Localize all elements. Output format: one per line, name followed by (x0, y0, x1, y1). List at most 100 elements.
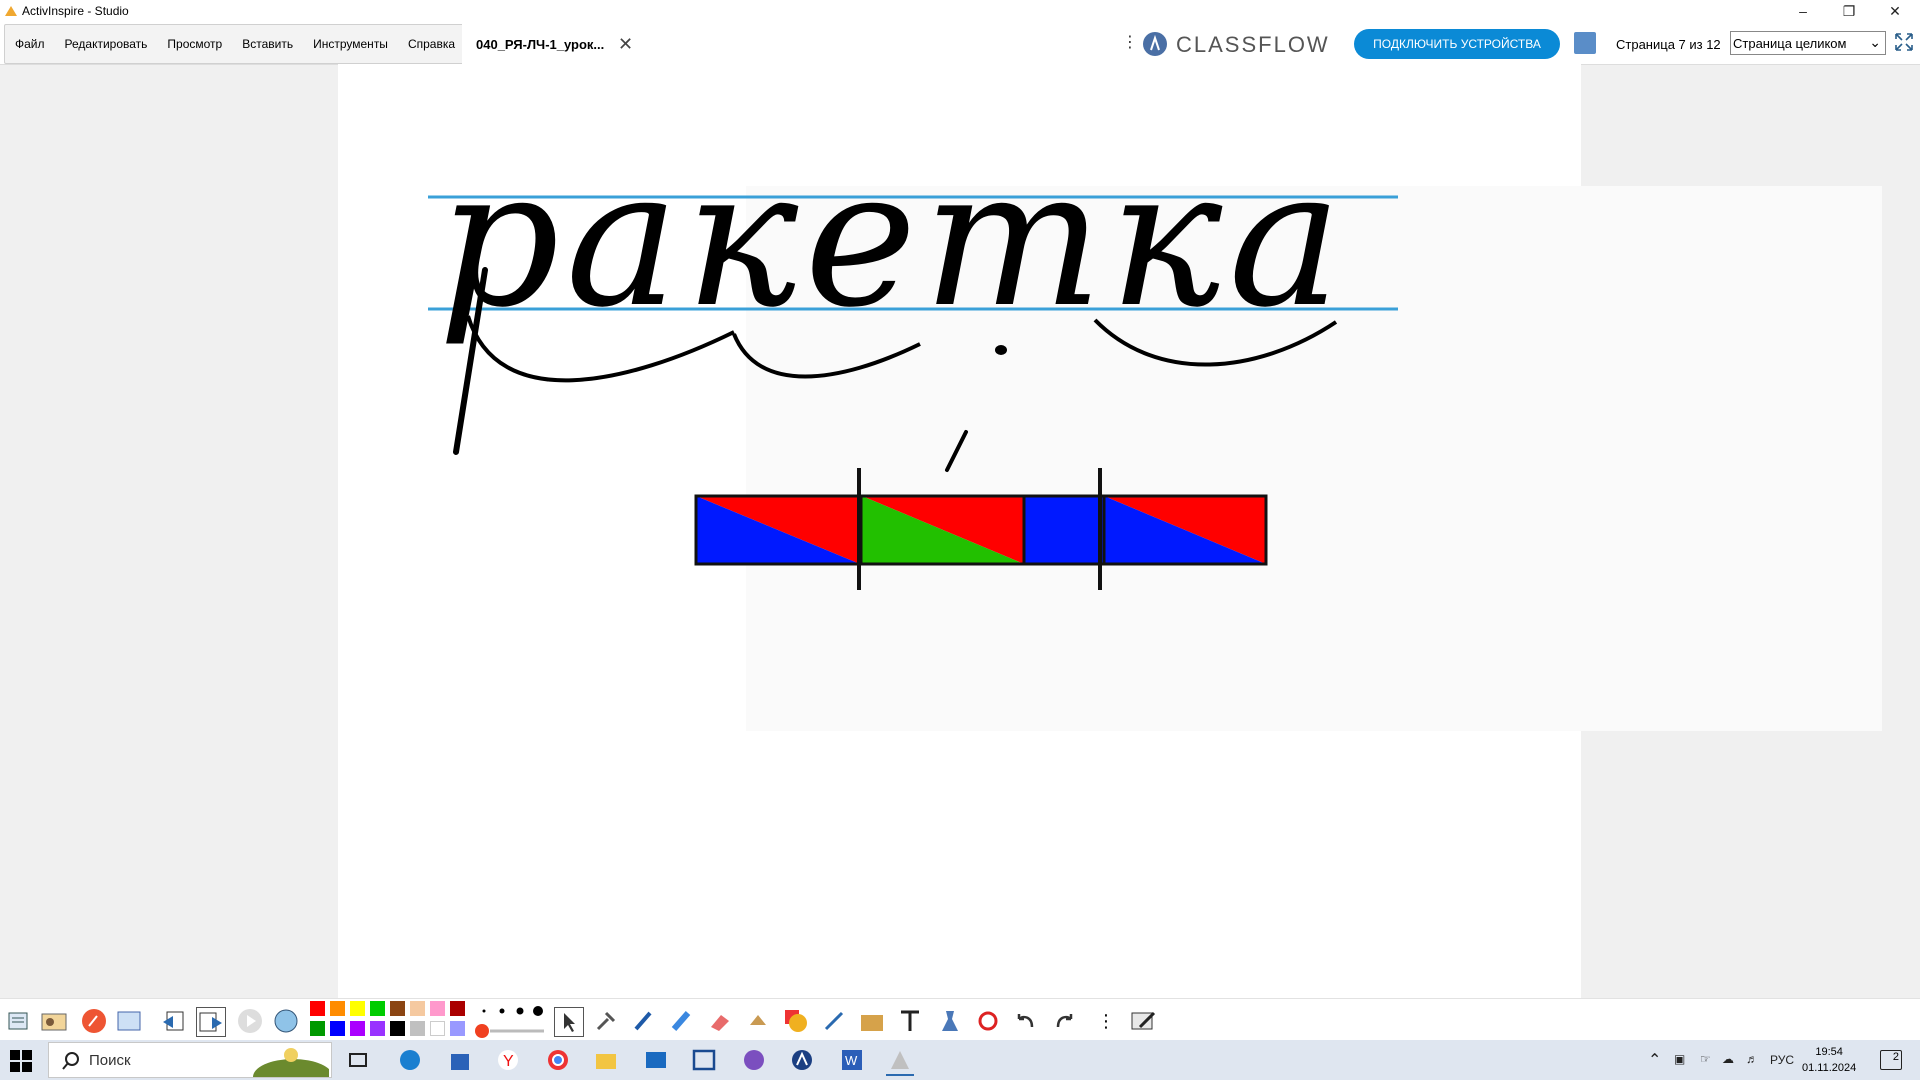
search-icon (62, 1052, 79, 1070)
pen-mode-icon[interactable] (80, 1007, 108, 1035)
main-toolbox: ⋮ (0, 998, 1920, 1041)
next-page-icon[interactable] (196, 1007, 226, 1037)
zoom-select-value: Страница целиком (1733, 35, 1847, 51)
task-view-icon[interactable] (344, 1046, 372, 1074)
flipchart-page[interactable]: ракетка (338, 64, 1882, 998)
select-arrow-icon[interactable] (554, 1007, 584, 1037)
color-swatch[interactable] (390, 1021, 405, 1036)
input-language[interactable]: РУС (1770, 1053, 1794, 1067)
menu-view[interactable]: Просмотр (157, 37, 232, 51)
menu-bar: Файл Редактировать Просмотр Вставить Инс… (4, 24, 467, 64)
color-swatch[interactable] (310, 1021, 325, 1036)
color-swatch[interactable] (410, 1021, 425, 1036)
clear-icon[interactable] (936, 1007, 964, 1035)
file-explorer-icon[interactable] (592, 1046, 620, 1074)
calendar-app-icon[interactable] (690, 1046, 718, 1074)
pen-icon[interactable] (630, 1007, 658, 1035)
redo-icon[interactable] (1050, 1007, 1078, 1035)
browser-icon[interactable] (40, 1007, 68, 1035)
color-swatch[interactable] (430, 1021, 445, 1036)
color-swatch[interactable] (330, 1021, 345, 1036)
canvas-drawing: ракетка (428, 128, 1398, 590)
classflow-icon[interactable] (1142, 31, 1168, 57)
chevron-down-icon: ⌄ (1869, 34, 1881, 50)
color-swatch[interactable] (370, 1001, 385, 1016)
fullscreen-icon[interactable] (1894, 32, 1914, 52)
tools-icon[interactable] (592, 1007, 620, 1035)
settings-icon[interactable] (1574, 32, 1596, 54)
color-swatch[interactable] (450, 1001, 465, 1016)
activinspire-taskbar-icon[interactable] (886, 1046, 914, 1076)
yandex-browser-icon[interactable]: Y (494, 1046, 522, 1074)
color-swatch[interactable] (390, 1001, 405, 1016)
edge-icon[interactable] (396, 1046, 424, 1074)
play-icon[interactable] (236, 1007, 264, 1035)
menu-help[interactable]: Справка (398, 37, 465, 51)
menu-edit[interactable]: Редактировать (55, 37, 158, 51)
clock-time: 19:54 (1815, 1046, 1843, 1058)
windows-taskbar: Поиск Y W ⌃ ▣ ☞ ☁ ♬ РУС 19:54 01.11.2024… (0, 1040, 1920, 1080)
mail-icon[interactable] (642, 1046, 670, 1074)
dashboard-icon[interactable] (116, 1007, 144, 1035)
clock-date: 01.11.2024 (1802, 1062, 1857, 1074)
reset-page-icon[interactable] (974, 1007, 1002, 1035)
landscape-icon (253, 1048, 329, 1077)
device-icon[interactable]: ▣ (1674, 1052, 1685, 1066)
close-window-button[interactable]: ✕ (1872, 0, 1918, 22)
restore-button[interactable]: ❐ (1826, 0, 1872, 22)
tray-expand-icon[interactable]: ⌃ (1648, 1050, 1661, 1070)
color-swatch[interactable] (450, 1021, 465, 1036)
taskbar-clock[interactable]: 19:54 01.11.2024 (1802, 1044, 1856, 1076)
minimize-button[interactable]: – (1780, 0, 1826, 22)
document-tab[interactable]: 040_РЯ-ЛЧ-1_урок... ✕ (462, 24, 638, 64)
color-swatch[interactable] (310, 1001, 325, 1016)
zoom-select[interactable]: Страница целиком ⌄ (1730, 31, 1886, 55)
top-toolbar: Файл Редактировать Просмотр Вставить Инс… (0, 22, 1920, 65)
viber-icon[interactable] (740, 1046, 768, 1074)
windows-start-icon[interactable] (10, 1050, 32, 1072)
astra-icon[interactable] (788, 1046, 816, 1074)
color-swatch[interactable] (350, 1021, 365, 1036)
shape-icon[interactable] (782, 1007, 810, 1035)
more-options-icon[interactable]: ⋮ (1122, 32, 1138, 52)
eraser-icon[interactable] (706, 1007, 734, 1035)
volume-icon[interactable]: ♬ (1746, 1052, 1758, 1066)
store-icon[interactable] (446, 1046, 474, 1074)
connect-devices-button[interactable]: ПОДКЛЮЧИТЬ УСТРОЙСТВА (1354, 29, 1560, 59)
taskbar-search-box[interactable]: Поиск (48, 1042, 332, 1078)
main-menu-icon[interactable] (4, 1007, 32, 1035)
text-icon[interactable] (896, 1007, 924, 1035)
activinspire-icon (5, 6, 17, 16)
notifications-icon[interactable]: 2 (1880, 1050, 1902, 1070)
highlighter-icon[interactable] (668, 1007, 696, 1035)
color-swatch[interactable] (410, 1001, 425, 1016)
color-swatch[interactable] (370, 1021, 385, 1036)
classflow-logo: CLASSFLOW (1176, 32, 1330, 57)
color-swatch[interactable] (430, 1001, 445, 1016)
page-counter: Страница 7 из 12 (1616, 37, 1721, 52)
menu-file[interactable]: Файл (5, 37, 55, 51)
chrome-icon[interactable] (544, 1046, 572, 1074)
search-placeholder: Поиск (89, 1051, 131, 1069)
media-icon[interactable] (858, 1007, 886, 1035)
fill-icon[interactable] (744, 1007, 772, 1035)
previous-page-icon[interactable] (160, 1007, 188, 1035)
svg-text:Y: Y (503, 1053, 514, 1070)
color-swatch[interactable] (350, 1001, 365, 1016)
menu-insert[interactable]: Вставить (232, 37, 303, 51)
word-icon[interactable]: W (838, 1046, 866, 1074)
customize-toolbox-icon[interactable] (1130, 1007, 1158, 1035)
wifi-icon[interactable]: ☞ (1700, 1052, 1711, 1066)
toolbox-more-icon[interactable]: ⋮ (1092, 1007, 1120, 1035)
onedrive-icon[interactable]: ☁ (1722, 1052, 1734, 1066)
undo-icon[interactable] (1012, 1007, 1040, 1035)
pen-width-selector[interactable] (474, 1001, 544, 1041)
close-tab-icon[interactable]: ✕ (618, 34, 633, 55)
color-swatch[interactable] (330, 1001, 345, 1016)
menu-tools[interactable]: Инструменты (303, 37, 398, 51)
sound-scheme (694, 468, 1268, 590)
globe-icon[interactable] (272, 1007, 300, 1035)
title-bar: ActivInspire - Studio – ❐ ✕ (0, 0, 1920, 22)
connector-icon[interactable] (820, 1007, 848, 1035)
cursive-word: ракетка (438, 128, 1348, 349)
